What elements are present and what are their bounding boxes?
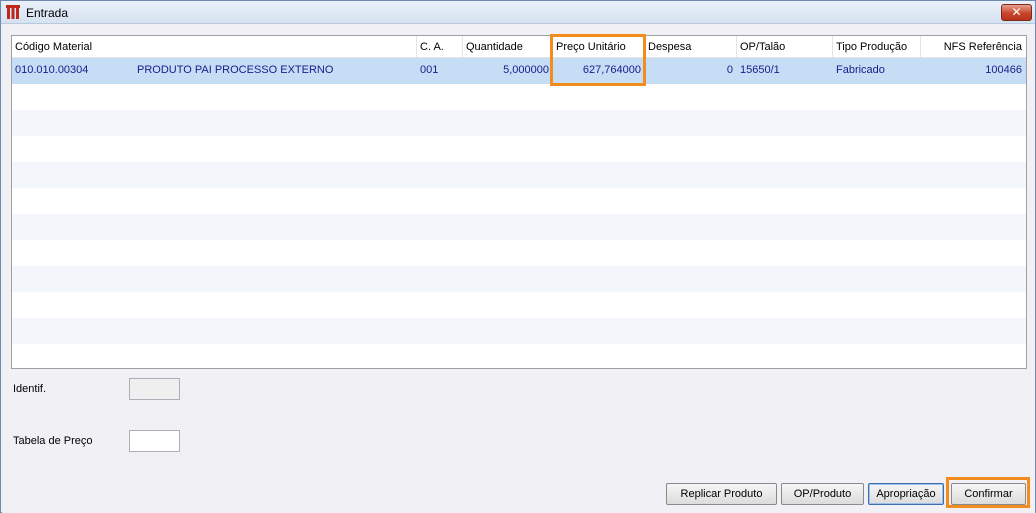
empty-row <box>12 110 1026 136</box>
cell-quantidade: 5,000000 <box>503 64 549 76</box>
identif-field[interactable] <box>129 378 180 400</box>
cell-nfs-referencia: 100466 <box>985 64 1022 76</box>
app-logo-icon <box>6 5 20 19</box>
cell-preco-unitario: 627,764000 <box>582 64 641 76</box>
items-grid[interactable]: Código Material C. A. Quantidade Preço U… <box>11 35 1027 369</box>
empty-row <box>12 214 1026 240</box>
column-header-preco-unitario[interactable]: Preço Unitário <box>553 36 645 58</box>
tabela-de-preco-label: Tabela de Preço <box>13 435 93 447</box>
dialog-content: Código Material C. A. Quantidade Preço U… <box>2 25 1035 513</box>
empty-row <box>12 188 1026 214</box>
column-header-op-talao[interactable]: OP/Talão <box>737 36 833 58</box>
replicar-produto-button[interactable]: Replicar Produto <box>666 483 777 505</box>
empty-row <box>12 136 1026 162</box>
cell-op-talao: 15650/1 <box>740 64 780 76</box>
cell-tipo-producao: Fabricado <box>836 64 885 76</box>
table-row[interactable]: 010.010.00304 PRODUTO PAI PROCESSO EXTER… <box>12 58 1026 84</box>
column-header-nfs-referencia[interactable]: NFS Referência <box>921 36 1026 58</box>
apropriacao-button[interactable]: Apropriação <box>868 483 944 505</box>
window-title: Entrada <box>26 6 69 20</box>
identif-label: Identif. <box>13 383 47 395</box>
empty-row <box>12 292 1026 318</box>
column-header-tipo-producao[interactable]: Tipo Produção <box>833 36 921 58</box>
close-icon: ✕ <box>1011 5 1022 19</box>
empty-row <box>12 318 1026 344</box>
cell-codigo: 010.010.00304 <box>15 64 89 76</box>
column-header-ca[interactable]: C. A. <box>417 36 463 58</box>
close-button[interactable]: ✕ <box>1001 4 1032 21</box>
tabela-de-preco-field[interactable] <box>129 430 180 452</box>
cell-despesa: 0 <box>726 64 733 76</box>
empty-row <box>12 240 1026 266</box>
empty-row <box>12 266 1026 292</box>
empty-row <box>12 84 1026 110</box>
column-header-quantidade[interactable]: Quantidade <box>463 36 553 58</box>
empty-row <box>12 344 1026 368</box>
grid-body: 010.010.00304 PRODUTO PAI PROCESSO EXTER… <box>12 58 1026 368</box>
cell-descricao: PRODUTO PAI PROCESSO EXTERNO <box>137 64 334 76</box>
confirmar-button[interactable]: Confirmar <box>951 483 1026 505</box>
cell-ca: 001 <box>420 64 439 76</box>
entrada-window: Entrada ✕ Código Material C. A. Quantida… <box>0 0 1036 513</box>
empty-row <box>12 162 1026 188</box>
column-header-despesa[interactable]: Despesa <box>645 36 737 58</box>
title-bar: Entrada ✕ <box>1 1 1035 24</box>
op-produto-button[interactable]: OP/Produto <box>781 483 864 505</box>
grid-header: Código Material C. A. Quantidade Preço U… <box>12 36 1026 58</box>
column-header-codigo-material[interactable]: Código Material <box>12 36 417 58</box>
